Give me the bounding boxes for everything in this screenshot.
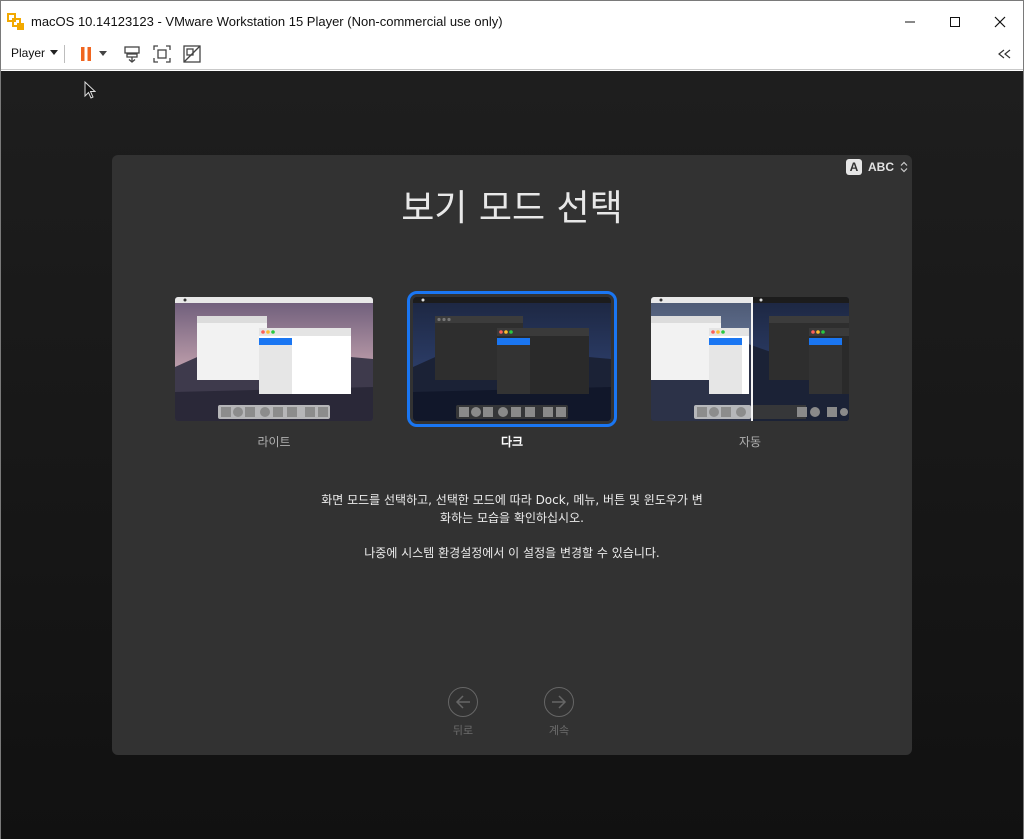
minimize-icon [905, 21, 915, 23]
player-menu-label: Player [11, 46, 46, 60]
up-down-chevron-icon [900, 161, 908, 173]
input-source-menu[interactable]: A ABC [846, 159, 908, 175]
close-icon [994, 16, 1006, 28]
back-button[interactable]: 뒤로 [443, 687, 483, 738]
maximize-icon [950, 17, 960, 27]
player-menu[interactable]: Player [11, 46, 59, 60]
unity-button[interactable] [181, 43, 203, 65]
chevron-down-icon [50, 50, 59, 55]
vmware-window: macOS 10.14123123 - VMware Workstation 1… [0, 0, 1024, 839]
double-chevron-left-icon [998, 49, 1011, 59]
collapse-toolbar-button[interactable] [995, 43, 1015, 65]
maximize-button[interactable] [932, 7, 978, 37]
title-bar: macOS 10.14123123 - VMware Workstation 1… [1, 7, 1023, 37]
power-dropdown-button[interactable] [96, 43, 110, 65]
mode-option-auto[interactable]: 자동 [650, 297, 850, 450]
send-keys-icon [124, 46, 140, 63]
vmware-toolbar: Player [1, 38, 1023, 70]
auto-mode-preview [651, 297, 849, 421]
light-mode-preview [175, 297, 373, 421]
description-line-1: 화면 모드를 선택하고, 선택한 모드에 따라 Dock, 메뉴, 버튼 및 윈… [321, 493, 703, 507]
mode-label-dark: 다크 [500, 435, 524, 449]
arrow-left-icon [455, 695, 470, 709]
mode-label-auto: 자동 [738, 435, 762, 449]
page-title: 보기 모드 선택 [401, 188, 623, 229]
toolbar-divider [64, 45, 65, 63]
close-button[interactable] [977, 7, 1023, 37]
send-ctrl-alt-del-button[interactable] [121, 43, 143, 65]
setup-panel: A ABC 보기 모드 선택 라이트 다크 자동 화면 모드를 선택하고, 선택… [112, 155, 912, 755]
settings-note: 나중에 시스템 환경설정에서 이 설정을 변경할 수 있습니다. [364, 546, 660, 560]
window-title: macOS 10.14123123 - VMware Workstation 1… [31, 14, 503, 29]
full-screen-button[interactable] [151, 43, 173, 65]
mode-option-light[interactable]: 라이트 [174, 297, 374, 450]
dark-mode-preview [407, 291, 617, 427]
continue-button[interactable]: 계속 [539, 687, 579, 738]
mouse-cursor-icon [84, 81, 96, 99]
chevron-down-icon [99, 51, 107, 56]
pause-icon [81, 47, 91, 61]
back-label: 뒤로 [452, 724, 474, 737]
input-source-badge: A [846, 159, 862, 175]
arrow-right-icon [552, 695, 567, 709]
continue-label: 계속 [548, 724, 570, 737]
vmware-app-icon[interactable] [7, 13, 25, 31]
description-line-2: 화하는 모습을 확인하십시오. [440, 511, 584, 525]
pause-button[interactable] [75, 43, 97, 65]
continue-circle [544, 687, 574, 717]
mode-label-light: 라이트 [257, 435, 291, 449]
fullscreen-icon [153, 45, 171, 63]
mode-description: 화면 모드를 선택하고, 선택한 모드에 따라 Dock, 메뉴, 버튼 및 윈… [302, 491, 722, 527]
minimize-button[interactable] [887, 7, 933, 37]
input-source-label: ABC [868, 160, 894, 174]
back-circle [448, 687, 478, 717]
mode-option-dark[interactable]: 다크 [407, 291, 617, 450]
unity-icon [183, 45, 201, 63]
